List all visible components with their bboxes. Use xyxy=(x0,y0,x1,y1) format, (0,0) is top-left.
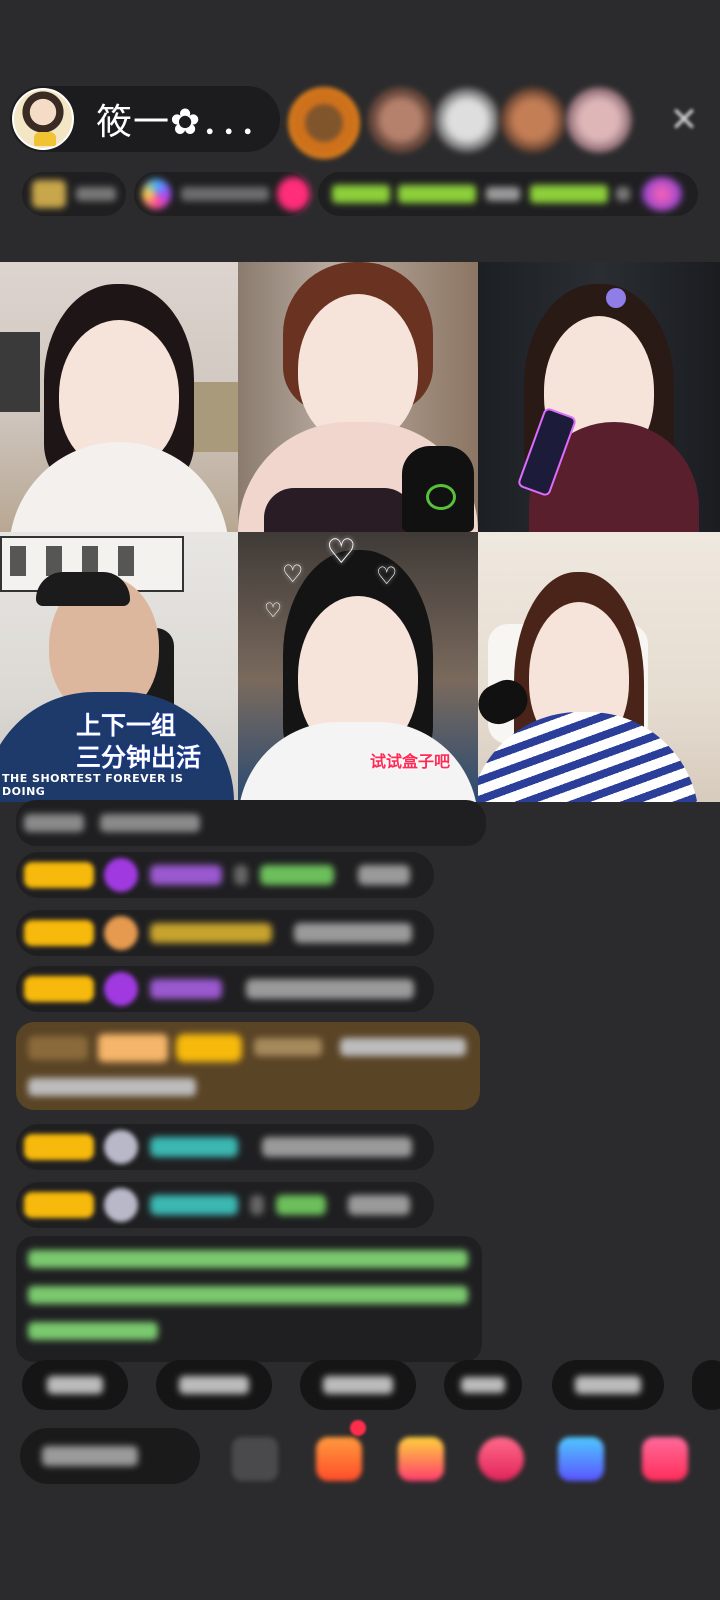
close-icon[interactable]: ✕ xyxy=(666,102,702,138)
quick-reply-chip-6[interactable] xyxy=(692,1360,720,1410)
video-tile-2[interactable] xyxy=(238,262,478,532)
rank-banner-pill[interactable] xyxy=(318,172,698,216)
chat-message[interactable] xyxy=(16,910,434,956)
tile-caption-red: 试试盒子吧 xyxy=(370,752,451,771)
fan-badge xyxy=(24,1134,94,1160)
quick-reply-chip-3[interactable] xyxy=(300,1360,416,1410)
comment-input[interactable] xyxy=(20,1428,200,1484)
viewer-avatar-3[interactable] xyxy=(434,87,500,153)
diamond-icon xyxy=(104,972,138,1006)
quick-reply-chip-1[interactable] xyxy=(22,1360,128,1410)
tile-caption-line-2: 三分钟出活 xyxy=(76,743,202,772)
viewer-avatar-4[interactable] xyxy=(500,87,566,153)
chat-message[interactable] xyxy=(16,966,434,1012)
tile-caption-line-1: 上下一组 xyxy=(76,711,177,740)
viewer-avatar-5[interactable] xyxy=(566,87,632,153)
emoji-icon[interactable] xyxy=(232,1437,278,1481)
chat-announcement xyxy=(16,1236,482,1362)
host-name: 筱一✿．．． xyxy=(96,102,277,143)
heart-gift-icon[interactable] xyxy=(478,1437,524,1481)
host-avatar[interactable] xyxy=(12,88,74,150)
quick-reply-chip-4[interactable] xyxy=(444,1360,522,1410)
quick-reply-chip-5[interactable] xyxy=(552,1360,664,1410)
heart-effect-icon: ♡ xyxy=(376,562,398,590)
chat-gift-message[interactable] xyxy=(16,1022,480,1110)
viewer-avatar-1[interactable] xyxy=(288,87,360,159)
gift-icon[interactable] xyxy=(642,1437,688,1481)
gift-box-icon[interactable] xyxy=(398,1437,444,1481)
chat-message[interactable] xyxy=(16,1124,434,1170)
shop-icon[interactable] xyxy=(316,1437,362,1481)
notification-dot xyxy=(350,1420,366,1436)
chat-system-notice xyxy=(16,800,486,846)
fan-badge xyxy=(24,920,94,946)
shirt-print-text: THE SHORTEST FOREVER IS DOING xyxy=(2,772,184,798)
heart-effect-icon: ♡ xyxy=(264,598,282,622)
video-tile-1[interactable] xyxy=(0,262,238,532)
avatar-icon xyxy=(104,1130,138,1164)
chat-message[interactable] xyxy=(16,1182,434,1228)
host-profile-pill[interactable]: 筱一✿．．． xyxy=(10,86,280,152)
video-tile-6[interactable] xyxy=(478,532,720,802)
chat-message[interactable] xyxy=(16,852,434,898)
quick-reply-chip-2[interactable] xyxy=(156,1360,272,1410)
video-tile-3[interactable] xyxy=(478,262,720,532)
heart-effect-icon: ♡ xyxy=(326,532,357,572)
video-tile-4[interactable]: 上下一组 三分钟出活 THE SHORTEST FOREVER IS DOING xyxy=(0,532,238,802)
popularity-pill[interactable] xyxy=(134,172,310,216)
heart-effect-icon: ♡ xyxy=(282,560,304,588)
fan-badge xyxy=(24,862,94,888)
viewer-avatar-2[interactable] xyxy=(368,87,434,153)
video-tile-5[interactable]: ♡ ♡ ♡ ♡ 试试盒子吧 xyxy=(238,532,478,802)
fan-level-pill[interactable] xyxy=(22,172,126,216)
fan-badge xyxy=(24,1192,94,1218)
multi-guest-video-grid: 上下一组 三分钟出活 THE SHORTEST FOREVER IS DOING… xyxy=(0,262,720,802)
game-icon[interactable] xyxy=(558,1437,604,1481)
diamond-icon xyxy=(104,858,138,892)
avatar-icon xyxy=(104,1188,138,1222)
fan-badge xyxy=(24,976,94,1002)
badge-icon xyxy=(104,916,138,950)
